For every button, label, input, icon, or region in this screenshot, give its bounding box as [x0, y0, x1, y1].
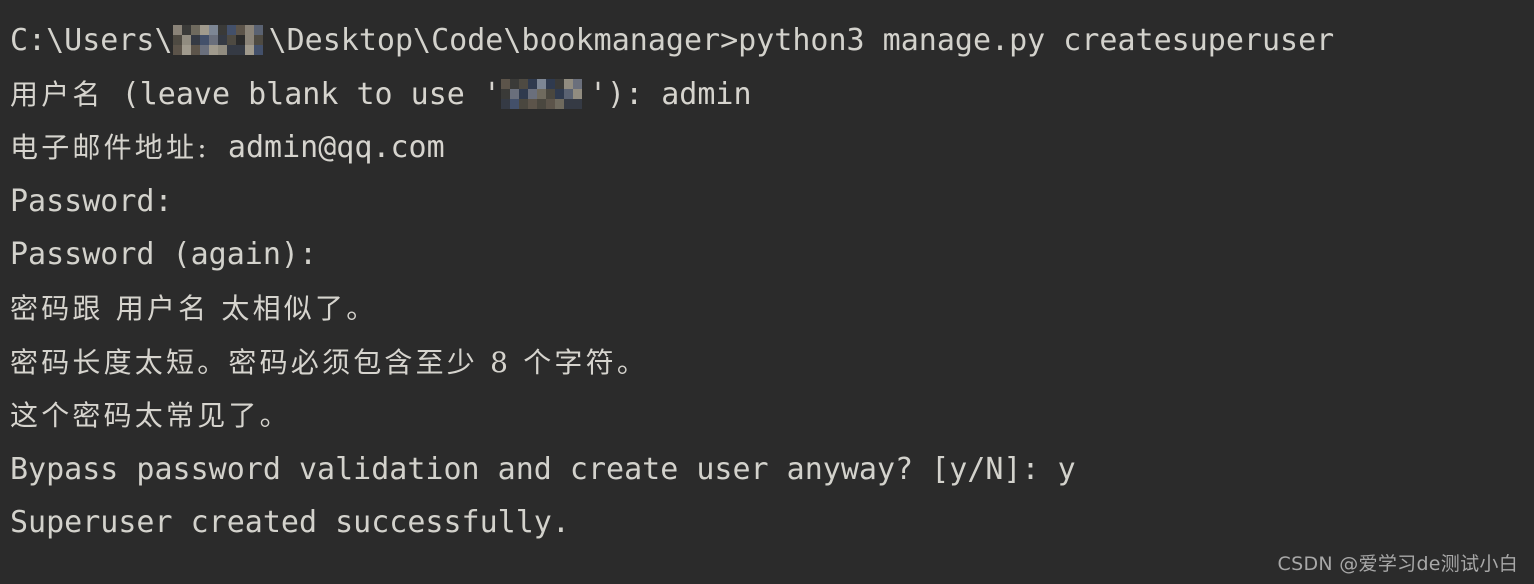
username-entered-value: '): admin	[588, 76, 752, 112]
username-label: 用户名	[10, 77, 104, 111]
terminal-line-error-password-too-common: 这个密码太常见了。	[10, 399, 291, 433]
terminal-line-password-prompt: Password:	[10, 183, 173, 219]
redacted-default-username	[500, 79, 589, 110]
csdn-watermark: CSDN @爱学习de测试小白	[1277, 553, 1518, 575]
terminal-line-email-prompt: 电子邮件地址: admin@qq.com	[10, 121, 1534, 175]
terminal-line-password-again-prompt: Password (again):	[10, 237, 318, 273]
terminal-window: C:\Users\ \Desktop\Code\bookmanager>pytho…	[0, 0, 1534, 584]
terminal-line-error-similar-to-username: 密码跟 用户名 太相似了。	[10, 291, 378, 325]
terminal-line-error-password-too-short: 密码长度太短。密码必须包含至少 8 个字符。	[10, 345, 649, 379]
terminal-line-username-prompt: 用户名 (leave blank to use ' '): admin	[10, 68, 1534, 122]
email-label: 电子邮件地址:	[10, 131, 210, 165]
terminal-line-prompt-command: C:\Users\ \Desktop\Code\bookmanager>pytho…	[10, 14, 1534, 68]
terminal-line-success-message: Superuser created successfully.	[10, 505, 570, 541]
redacted-username-path	[172, 24, 269, 55]
terminal-line-bypass-confirm-prompt: Bypass password validation and create us…	[10, 451, 1076, 487]
prompt-command-suffix: \Desktop\Code\bookmanager>python3 manage…	[268, 23, 1335, 58]
username-hint-open: (leave blank to use '	[103, 76, 501, 112]
email-entered-value: admin@qq.com	[209, 130, 445, 166]
prompt-path-prefix: C:\Users\	[10, 23, 173, 58]
